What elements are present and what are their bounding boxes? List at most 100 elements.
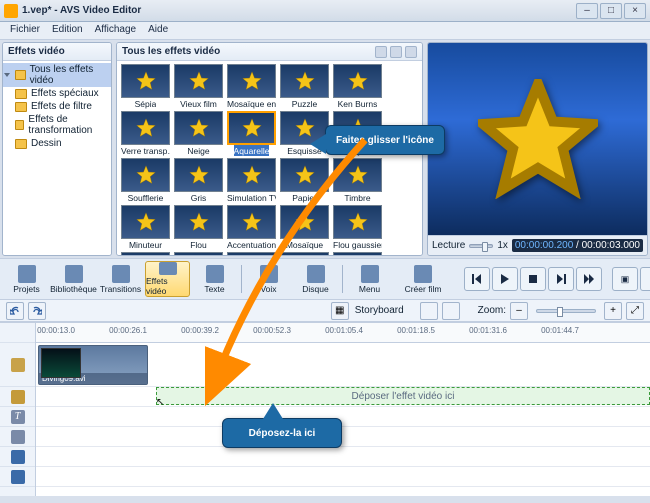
effect-thumb[interactable]: Verre transp… — [120, 111, 171, 156]
tree-item-3[interactable]: Effets de transformation — [3, 113, 111, 137]
video-track-icon — [11, 358, 25, 372]
main-toolbar: ProjetsBibliothèqueTransitionsEffets vid… — [0, 258, 650, 300]
effects-panel: Tous les effets vidéo SépiaVieux filmMos… — [116, 42, 423, 256]
window-title: 1.vep* - AVS Video Editor — [22, 5, 574, 16]
menu-edition[interactable]: Edition — [46, 22, 89, 39]
fullscreen-button[interactable]: ⛶ — [640, 267, 650, 291]
toolbar-bibliothèque[interactable]: Bibliothèque — [51, 261, 96, 297]
toolbar-texte[interactable]: Texte — [192, 261, 237, 297]
clip-thumbnail — [41, 348, 81, 378]
track-fx-header[interactable] — [0, 387, 35, 407]
track-audio2-header[interactable] — [0, 467, 35, 487]
app-icon — [4, 4, 18, 18]
view-list-icon[interactable] — [390, 46, 402, 58]
fx-track[interactable]: Déposer l'effet vidéo ici ↖ — [36, 387, 650, 407]
track-audio-header[interactable] — [0, 447, 35, 467]
effect-thumb[interactable]: Grain du film — [279, 252, 330, 255]
tree-item-1[interactable]: Effets spéciaux — [3, 87, 111, 100]
fx-track-icon — [11, 390, 25, 404]
zoom-in-button[interactable]: + — [604, 302, 622, 320]
effect-thumb[interactable]: Soufflerie — [120, 158, 171, 203]
menu-bar: Fichier Edition Affichage Aide — [0, 22, 650, 40]
zoom-fit-button[interactable]: ⤢ — [626, 302, 644, 320]
track-voice-header[interactable] — [0, 427, 35, 447]
play-button[interactable] — [492, 267, 518, 291]
audio2-track-icon — [11, 470, 25, 484]
effect-thumb[interactable]: Puzzle — [279, 64, 330, 109]
menu-fichier[interactable]: Fichier — [4, 22, 46, 39]
effect-thumb[interactable]: Relief — [226, 252, 277, 255]
toolbar-projets[interactable]: Projets — [4, 261, 49, 297]
tree-item-0[interactable]: Tous les effets vidéo — [3, 63, 111, 87]
view-toggle-icon[interactable] — [375, 46, 387, 58]
video-clip[interactable]: Diving09.avi — [38, 345, 148, 385]
tree-item-2[interactable]: Effets de filtre — [3, 100, 111, 113]
stop-button[interactable] — [520, 267, 546, 291]
playback-speed: 1x — [497, 240, 508, 251]
fx-drop-target[interactable]: Déposer l'effet vidéo ici — [156, 387, 650, 405]
effect-thumb[interactable]: Gris — [173, 158, 224, 203]
effect-thumb[interactable]: Accentuation — [226, 205, 277, 250]
effect-thumb[interactable]: Esquisse — [279, 111, 330, 156]
audio2-track[interactable] — [36, 467, 650, 487]
collapse-icon[interactable] — [405, 46, 417, 58]
effect-thumb[interactable]: Sépia — [120, 64, 171, 109]
tool-a-icon[interactable] — [420, 302, 438, 320]
effect-thumb[interactable]: Diffus — [173, 252, 224, 255]
effect-thumb[interactable]: Flou — [173, 205, 224, 250]
toolbar-disque[interactable]: Disque — [293, 261, 338, 297]
effect-thumb[interactable]: Vieux film — [173, 64, 224, 109]
effect-thumb[interactable]: Papier — [279, 158, 330, 203]
minimize-button[interactable]: – — [576, 3, 598, 19]
timeline-ruler[interactable]: 00:00:13.000:00:26.100:00:39.200:00:52.3… — [36, 323, 650, 343]
playback-slider[interactable] — [469, 244, 493, 248]
next-frame-button[interactable] — [548, 267, 574, 291]
prev-frame-button[interactable] — [464, 267, 490, 291]
audio-track-icon — [11, 450, 25, 464]
toolbar-transitions[interactable]: Transitions — [98, 261, 143, 297]
effect-thumb[interactable]: Mosaïque en… — [226, 64, 277, 109]
effect-thumb[interactable]: Agrandir — [332, 252, 383, 255]
tool-b-icon[interactable] — [442, 302, 460, 320]
toolbar-voix[interactable]: Voix — [246, 261, 291, 297]
track-video-header[interactable] — [0, 343, 35, 387]
redo-button[interactable] — [28, 302, 46, 320]
preview-playbar: Lecture 1x 00:00:00.200 / 00:00:03.000 — [428, 235, 647, 255]
menu-affichage[interactable]: Affichage — [89, 22, 143, 39]
effect-thumb[interactable]: Neige — [173, 111, 224, 156]
effect-thumb[interactable]: Simulation TV — [226, 158, 277, 203]
effects-grid[interactable]: SépiaVieux filmMosaïque en…PuzzleKen Bur… — [117, 61, 422, 255]
undo-button[interactable] — [6, 302, 24, 320]
zoom-out-button[interactable]: – — [510, 302, 528, 320]
preview-video — [428, 43, 647, 235]
sidebar-header: Effets vidéo — [3, 43, 111, 61]
track-text-header[interactable]: T — [0, 407, 35, 427]
tree-item-4[interactable]: Dessin — [3, 137, 111, 150]
voice-track[interactable] — [36, 427, 650, 447]
toolbar-menu[interactable]: Menu — [347, 261, 392, 297]
video-track[interactable]: Diving09.avi — [36, 343, 650, 387]
effect-thumb[interactable]: Bruit — [120, 252, 171, 255]
effect-thumb[interactable]: Minuteur — [120, 205, 171, 250]
effect-thumb[interactable]: Crayon — [332, 111, 383, 156]
effect-thumb[interactable]: Mosaïque — [279, 205, 330, 250]
menu-aide[interactable]: Aide — [142, 22, 174, 39]
timeline-body[interactable]: 00:00:13.000:00:26.100:00:39.200:00:52.3… — [36, 323, 650, 496]
audio-track[interactable] — [36, 447, 650, 467]
close-button[interactable]: × — [624, 3, 646, 19]
effect-thumb[interactable]: Flou gaussien — [332, 205, 383, 250]
toolbar-effets-vidéo[interactable]: Effets vidéo — [145, 261, 190, 297]
storyboard-label[interactable]: Storyboard — [355, 305, 404, 316]
effect-thumb[interactable]: Timbre — [332, 158, 383, 203]
zoom-slider[interactable] — [536, 309, 596, 313]
text-track[interactable] — [36, 407, 650, 427]
end-button[interactable] — [576, 267, 602, 291]
ruler-tick: 00:00:39.2 — [181, 326, 219, 335]
storyboard-toggle-icon[interactable]: ▦ — [331, 302, 349, 320]
snapshot-button[interactable]: ▣ — [612, 267, 638, 291]
maximize-button[interactable]: □ — [600, 3, 622, 19]
ruler-tick: 00:00:52.3 — [253, 326, 291, 335]
effect-thumb[interactable]: Aquarelle — [226, 111, 277, 156]
effect-thumb[interactable]: Ken Burns — [332, 64, 383, 109]
toolbar-créer-film[interactable]: Créer film — [394, 261, 452, 297]
